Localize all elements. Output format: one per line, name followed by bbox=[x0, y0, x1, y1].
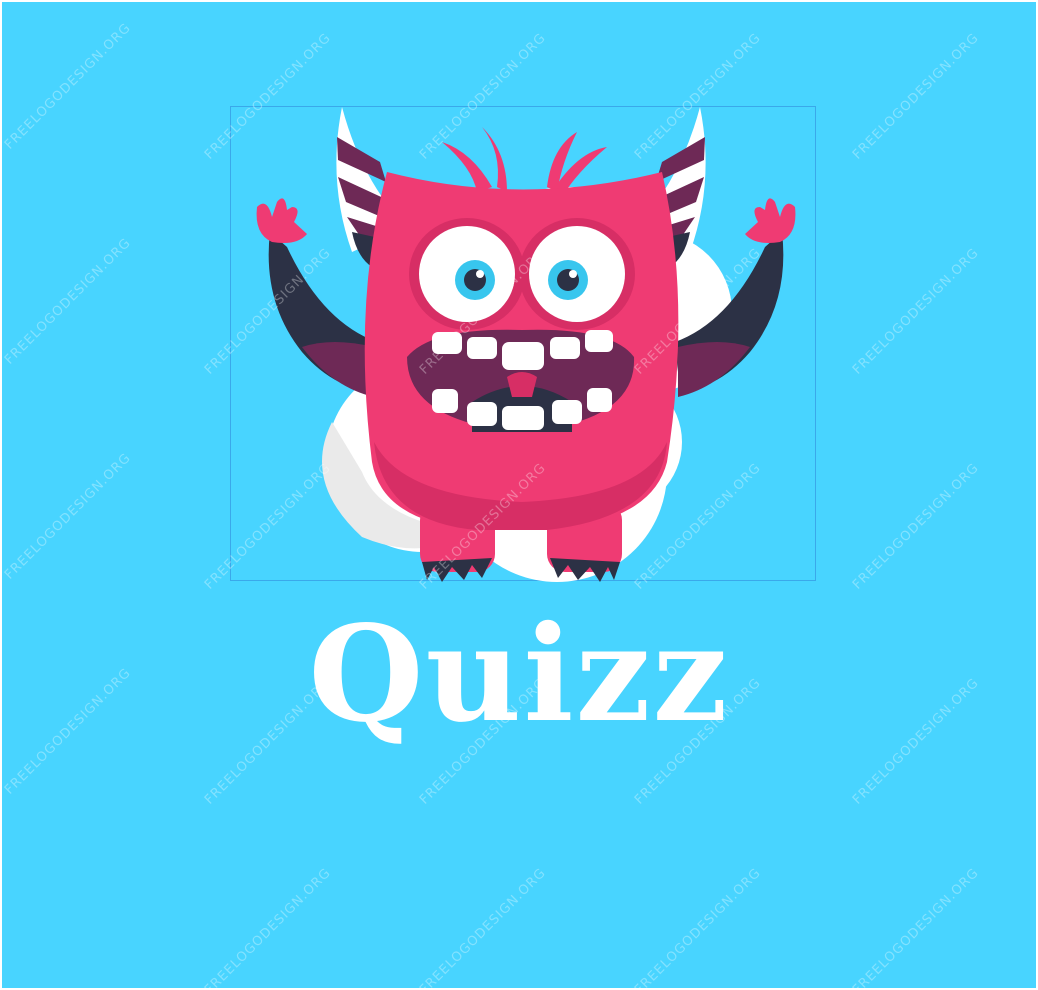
monster-icon bbox=[256, 107, 796, 582]
right-eye-icon bbox=[519, 218, 635, 330]
logo-canvas: Quizz FREELOGODESIGN.ORG FREELOGODESIGN.… bbox=[2, 2, 1036, 988]
left-eye-icon bbox=[409, 218, 525, 330]
logo-title: Quizz bbox=[308, 597, 730, 752]
